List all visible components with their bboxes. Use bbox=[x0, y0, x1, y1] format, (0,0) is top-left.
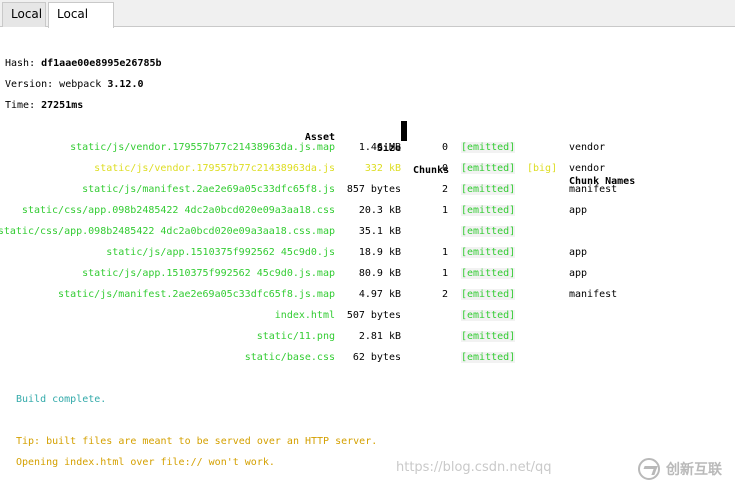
tip-text: Tip: built files are meant to be served … bbox=[16, 436, 378, 447]
chunk-name: vendor bbox=[569, 163, 606, 174]
version-label: Version: webpack bbox=[5, 79, 108, 90]
brand-logo: 创新互联 bbox=[638, 456, 728, 482]
asset-chunk: 0 bbox=[441, 163, 448, 174]
chunk-name: app bbox=[569, 205, 588, 216]
time-value: 27251ms bbox=[41, 100, 84, 111]
asset-name: static/11.png bbox=[256, 331, 335, 342]
build-complete-text: Build complete. bbox=[16, 394, 107, 405]
logo-text: 创新互联 bbox=[666, 462, 722, 478]
chunk-name: app bbox=[569, 247, 588, 258]
asset-chunk: 1 bbox=[441, 247, 448, 258]
emitted-badge: [emitted] bbox=[461, 163, 516, 174]
table-row: static/js/vendor.179557b77c21438963da.js… bbox=[0, 142, 735, 156]
hash-line: Hash: df1aae00e8995e26785b bbox=[5, 58, 162, 69]
asset-name: index.html bbox=[274, 310, 335, 321]
emitted-badge: [emitted] bbox=[461, 247, 516, 258]
table-row: static/base.css 62 bytes [emitted] bbox=[0, 352, 735, 366]
asset-size: 62 bytes bbox=[352, 352, 401, 363]
tab-local-1[interactable]: Local (1) bbox=[48, 2, 114, 44]
table-row: static/js/manifest.2ae2e69a05c33dfc65f8.… bbox=[0, 289, 735, 303]
asset-chunk: 1 bbox=[441, 268, 448, 279]
table-row: static/11.png 2.81 kB [emitted] bbox=[0, 331, 735, 345]
asset-chunk: 2 bbox=[441, 289, 448, 300]
time-line: Time: 27251ms bbox=[5, 100, 83, 111]
table-row: static/js/app.1510375f992562 45c9d0.js.m… bbox=[0, 268, 735, 282]
big-flag: [big] bbox=[527, 163, 558, 174]
chunk-name: manifest bbox=[569, 289, 618, 300]
asset-name: static/css/app.098b2485422 4dc2a0bcd020e… bbox=[0, 226, 335, 237]
text-cursor bbox=[401, 121, 407, 141]
asset-name: static/js/manifest.2ae2e69a05c33dfc65f8.… bbox=[82, 184, 335, 195]
asset-name: static/js/vendor.179557b77c21438963da.js… bbox=[70, 142, 335, 153]
asset-name: static/js/app.1510375f992562 45c9d0.js bbox=[106, 247, 335, 258]
terminal-output: Hash: df1aae00e8995e26785b Version: webp… bbox=[0, 28, 735, 490]
asset-size: 1.46 MB bbox=[358, 142, 401, 153]
table-row: static/css/app.098b2485422 4dc2a0bcd020e… bbox=[0, 205, 735, 219]
asset-chunk: 2 bbox=[441, 184, 448, 195]
asset-name: static/css/app.098b2485422 4dc2a0bcd020e… bbox=[21, 205, 335, 216]
asset-size: 35.1 kB bbox=[358, 226, 401, 237]
table-row: index.html 507 bytes [emitted] bbox=[0, 310, 735, 324]
hash-label: Hash: bbox=[5, 58, 42, 69]
tab-local[interactable]: Local bbox=[2, 2, 46, 27]
emitted-badge: [emitted] bbox=[461, 142, 516, 153]
asset-name: static/js/manifest.2ae2e69a05c33dfc65f8.… bbox=[58, 289, 335, 300]
tab-bar: Local Local (1) bbox=[0, 0, 735, 44]
asset-chunk: 0 bbox=[441, 142, 448, 153]
opening-text: Opening index.html over file:// won't wo… bbox=[16, 457, 275, 468]
emitted-badge: [emitted] bbox=[461, 331, 516, 342]
emitted-badge: [emitted] bbox=[461, 226, 516, 237]
asset-name: static/js/vendor.179557b77c21438963da.js bbox=[94, 163, 335, 174]
emitted-badge: [emitted] bbox=[461, 268, 516, 279]
table-row: static/js/app.1510375f992562 45c9d0.js 18… bbox=[0, 247, 735, 261]
table-row: static/js/manifest.2ae2e69a05c33dfc65f8.… bbox=[0, 184, 735, 198]
asset-chunk: 1 bbox=[441, 205, 448, 216]
emitted-badge: [emitted] bbox=[461, 205, 516, 216]
emitted-badge: [emitted] bbox=[461, 289, 516, 300]
table-row: static/css/app.098b2485422 4dc2a0bcd020e… bbox=[0, 226, 735, 240]
emitted-badge: [emitted] bbox=[461, 310, 516, 321]
table-header: Asset Size Chunks Chunk Names bbox=[0, 121, 735, 187]
asset-size: 507 bytes bbox=[346, 310, 401, 321]
asset-size: 20.3 kB bbox=[358, 205, 401, 216]
emitted-badge: [emitted] bbox=[461, 352, 516, 363]
asset-name: static/base.css bbox=[244, 352, 335, 363]
logo-icon bbox=[638, 458, 660, 480]
emitted-badge: [emitted] bbox=[461, 184, 516, 195]
asset-size: 2.81 kB bbox=[358, 331, 401, 342]
asset-size: 332 kB bbox=[364, 163, 401, 174]
version-value: 3.12.0 bbox=[107, 79, 144, 90]
chunk-name: manifest bbox=[569, 184, 618, 195]
asset-name: static/js/app.1510375f992562 45c9d0.js.m… bbox=[82, 268, 335, 279]
asset-size: 4.97 kB bbox=[358, 289, 401, 300]
chunk-name: app bbox=[569, 268, 588, 279]
asset-size: 857 bytes bbox=[346, 184, 401, 195]
watermark-url: https://blog.csdn.net/qq bbox=[396, 460, 552, 475]
hash-value: df1aae00e8995e26785b bbox=[41, 58, 162, 69]
asset-size: 18.9 kB bbox=[358, 247, 401, 258]
chunk-name: vendor bbox=[569, 142, 606, 153]
version-line: Version: webpack 3.12.0 bbox=[5, 79, 143, 90]
time-label: Time: bbox=[5, 100, 42, 111]
asset-size: 80.9 kB bbox=[358, 268, 401, 279]
table-row: static/js/vendor.179557b77c21438963da.js… bbox=[0, 163, 735, 177]
